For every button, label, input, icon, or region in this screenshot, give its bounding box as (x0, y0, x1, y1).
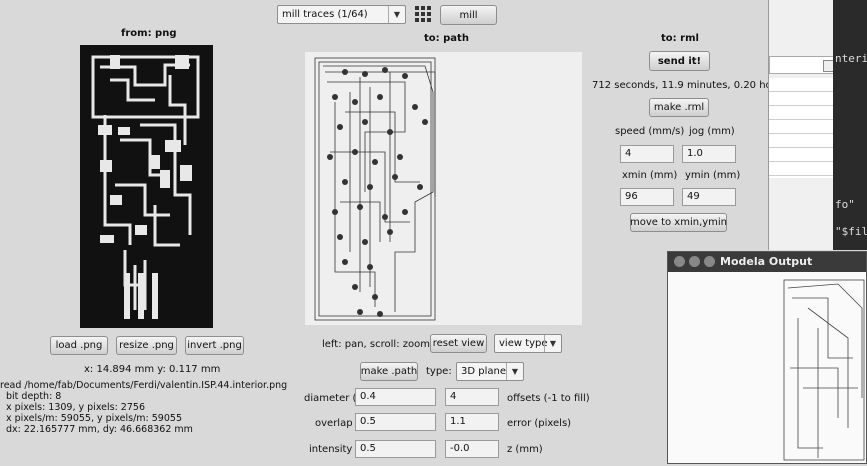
type-label: type: (426, 366, 452, 377)
from-png-header: from: png (121, 28, 177, 39)
info-line: dx: 22.165777 mm, dy: 46.668362 mm (6, 424, 193, 435)
send-it-button[interactable]: send it! (649, 51, 710, 71)
type-select[interactable]: 3D plane ▼ (456, 362, 524, 381)
invert-png-button[interactable]: invert .png (185, 336, 244, 355)
speed-input[interactable]: 4 (620, 145, 674, 163)
make-path-label: make .path (360, 366, 418, 377)
modela-output-window[interactable]: Modela Output (667, 251, 867, 464)
type-select-value: 3D plane (461, 366, 506, 377)
make-path-button[interactable]: make .path (360, 362, 418, 381)
offsets-input[interactable]: 4 (445, 388, 499, 406)
error-input[interactable]: 1.1 (445, 413, 499, 431)
intensity-input[interactable]: 0.5 (355, 440, 436, 458)
info-line: x pixels/m: 59055, y pixels/m: 59055 (6, 413, 182, 424)
jog-input[interactable]: 1.0 (682, 145, 736, 163)
maximize-icon[interactable] (704, 256, 715, 267)
cursor-coords: x: 14.894 mm y: 0.117 mm (84, 364, 221, 375)
reset-view-button[interactable]: reset view (430, 334, 487, 353)
window-titlebar[interactable]: Modela Output (668, 252, 866, 272)
info-line: bit depth: 8 (6, 391, 62, 402)
error-label: error (pixels) (507, 418, 572, 429)
ymin-label: ymin (mm) (685, 170, 741, 181)
info-line: x pixels: 1309, y pixels: 2756 (6, 402, 145, 413)
window-title: Modela Output (720, 255, 813, 268)
reset-view-label: reset view (432, 338, 485, 349)
resize-png-button[interactable]: resize .png (116, 336, 177, 355)
z-input[interactable]: -0.0 (445, 440, 499, 458)
minimize-icon[interactable] (689, 256, 700, 267)
make-rml-label: make .rml (653, 102, 705, 113)
send-it-label: send it! (657, 55, 702, 67)
close-icon[interactable] (674, 256, 685, 267)
to-rml-header: to: rml (661, 33, 699, 44)
view-type-select[interactable]: view type ▼ (494, 334, 562, 353)
load-png-button[interactable]: load .png (50, 336, 108, 355)
image-info: read /home/fab/Documents/Ferdi/valentin.… (0, 380, 287, 435)
pcb-image (80, 45, 213, 328)
to-path-header: to: path (424, 33, 469, 44)
chevron-down-icon: ▼ (506, 363, 523, 380)
grid-rows (769, 78, 833, 178)
output-toolpath-preview (778, 278, 866, 463)
move-to-label: move to xmin,ymin (629, 217, 728, 228)
overlap-input[interactable]: 0.5 (355, 413, 436, 431)
move-to-xmin-ymin-button[interactable]: move to xmin,ymin (630, 213, 727, 232)
time-estimate: 712 seconds, 11.9 minutes, 0.20 hours (592, 80, 788, 91)
mill-button[interactable]: mill (440, 5, 497, 25)
process-select[interactable]: mill traces (1/64) ▼ (277, 5, 406, 24)
chevron-down-icon: ▼ (544, 335, 561, 352)
terminal-panel: nterio fo" "$fil (833, 0, 867, 250)
resize-png-label: resize .png (119, 340, 174, 351)
terminal-line: "$fil (835, 225, 867, 238)
offsets-label: offsets (-1 to fill) (507, 393, 590, 404)
speed-label: speed (mm/s) (615, 126, 685, 137)
xmin-label: xmin (mm) (622, 170, 678, 181)
terminal-line: fo" (835, 198, 855, 211)
diameter-input[interactable]: 0.4 (355, 388, 436, 406)
view-hint: left: pan, scroll: zoom (322, 339, 430, 350)
terminal-line: nterio (835, 52, 867, 65)
mill-button-label: mill (459, 9, 478, 21)
invert-png-label: invert .png (187, 340, 242, 351)
jog-label: jog (mm) (689, 126, 735, 137)
make-rml-button[interactable]: make .rml (649, 98, 709, 117)
info-line: read /home/fab/Documents/Ferdi/valentin.… (0, 380, 288, 391)
view-type-value: view type (499, 338, 548, 349)
load-png-label: load .png (55, 340, 103, 351)
z-label: z (mm) (507, 444, 543, 455)
ymin-input[interactable]: 49 (682, 188, 736, 206)
grid-icon[interactable] (414, 5, 432, 23)
toolpath-view[interactable] (305, 52, 582, 325)
process-select-value: mill traces (1/64) (282, 9, 368, 20)
chevron-down-icon: ▼ (388, 6, 405, 23)
xmin-input[interactable]: 96 (620, 188, 674, 206)
